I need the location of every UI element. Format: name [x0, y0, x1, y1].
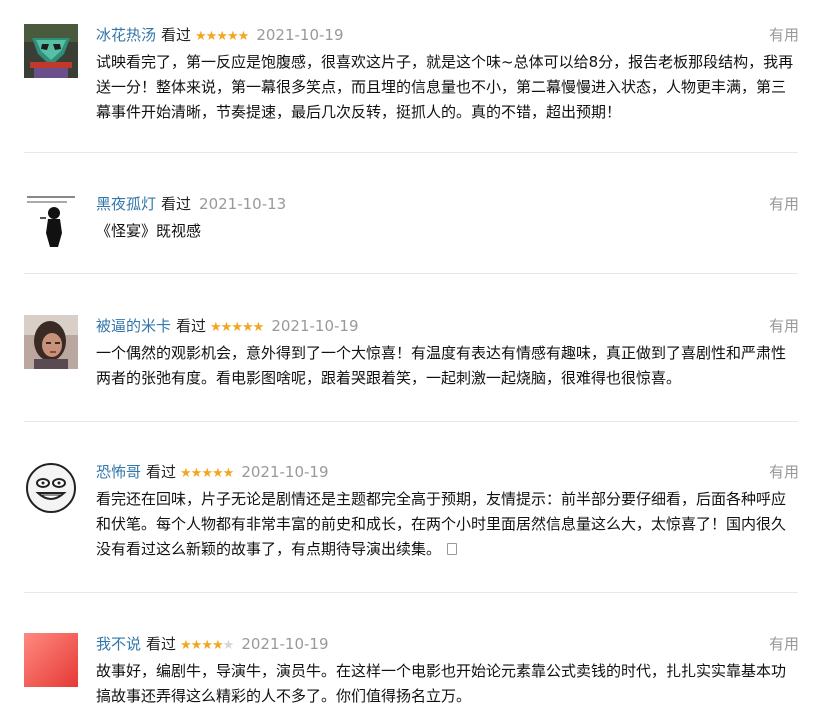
useful-button[interactable]: 有用: [769, 461, 799, 483]
star-rating: ★★★★★: [180, 638, 234, 653]
author-link[interactable]: 被逼的米卡: [96, 317, 171, 335]
review-date: 2021-10-19: [241, 635, 329, 653]
review-list: 冰花热汤 看过 ★★★★★ 2021-10-19 有用 试映看完了，第一反应是饱腹感，…: [0, 0, 821, 727]
portrait-photo-avatar-icon: [24, 315, 78, 369]
review-content: 看完还在回味，片子无论是剧情还是主题都完全高于预期，友情提示：前半部分要仔细看，…: [96, 487, 796, 562]
author-link[interactable]: 黑夜孤灯: [96, 195, 156, 213]
author-link[interactable]: 冰花热汤: [96, 26, 156, 44]
author-link[interactable]: 恐怖哥: [96, 463, 141, 481]
green-mask-avatar-icon: [24, 24, 78, 78]
avatar[interactable]: [24, 461, 78, 515]
review-meta: 冰花热汤 看过 ★★★★★ 2021-10-19: [96, 24, 344, 46]
star-rating: ★★★★★: [180, 466, 234, 481]
useful-button[interactable]: 有用: [769, 193, 799, 215]
divider: [24, 421, 798, 422]
watch-status: 看过: [176, 317, 207, 335]
avatar[interactable]: [24, 193, 78, 247]
divider: [24, 152, 798, 153]
author-link[interactable]: 我不说: [96, 635, 141, 653]
avatar[interactable]: [24, 24, 78, 78]
divider: [24, 273, 798, 274]
avatar[interactable]: [24, 315, 78, 369]
star-rating: ★★★★★: [195, 29, 249, 44]
watch-status: 看过: [161, 195, 192, 213]
review-meta: 恐怖哥 看过 ★★★★★ 2021-10-19: [96, 461, 329, 483]
watch-status: 看过: [146, 635, 177, 653]
review-date: 2021-10-19: [271, 317, 359, 335]
watch-status: 看过: [161, 26, 192, 44]
review-content: 《怪宴》既视感: [96, 222, 202, 240]
comic-figure-avatar-icon: [24, 193, 78, 247]
review-date: 2021-10-19: [241, 463, 329, 481]
meme-face-avatar-icon: [24, 461, 78, 515]
star-rating: ★★★★★: [210, 320, 264, 335]
review-content-text: 看完还在回味，片子无论是剧情还是主题都完全高于预期，友情提示：前半部分要仔细看，…: [96, 490, 787, 558]
useful-button[interactable]: 有用: [769, 633, 799, 655]
review-date: 2021-10-13: [199, 195, 287, 213]
useful-button[interactable]: 有用: [769, 24, 799, 46]
review-date: 2021-10-19: [256, 26, 344, 44]
useful-button[interactable]: 有用: [769, 315, 799, 337]
review-content: 一个偶然的观影机会，意外得到了一个大惊喜！有温度有表达有情感有趣味，真正做到了喜…: [96, 344, 787, 387]
review-meta: 被逼的米卡 看过 ★★★★★ 2021-10-19: [96, 315, 359, 337]
watch-status: 看过: [146, 463, 177, 481]
divider: [24, 592, 798, 593]
review-meta: 黑夜孤灯 看过 2021-10-13: [96, 193, 286, 215]
review-content: 试映看完了，第一反应是饱腹感，很喜欢这片子，就是这个味~总体可以给8分，报告老板…: [96, 53, 794, 121]
phone-icon: [447, 543, 458, 555]
review-meta: 我不说 看过 ★★★★★ 2021-10-19: [96, 633, 329, 655]
avatar[interactable]: [24, 633, 78, 687]
review-content: 故事好，编剧牛，导演牛，演员牛。在这样一个电影也开始论元素靠公式卖钱的时代，扎扎…: [96, 662, 787, 705]
red-square-avatar-icon: [24, 633, 78, 687]
